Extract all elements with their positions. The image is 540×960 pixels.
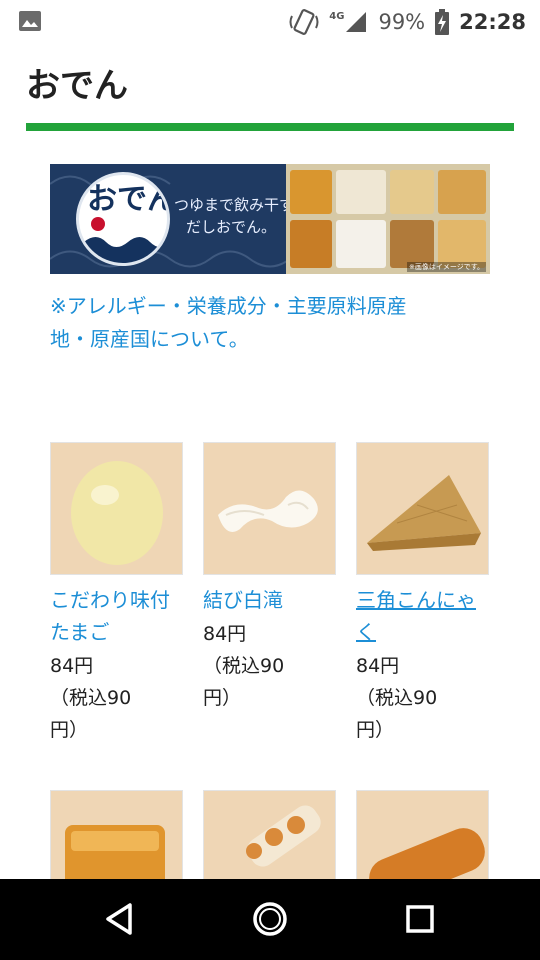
signal-icon [346, 12, 367, 32]
dashi-oden-banner[interactable]: おでん だし つゆまで飲み干す だしおでん。 ※画像はイメージです。 [50, 164, 490, 274]
food-item [290, 220, 332, 268]
allergy-info-link[interactable]: ※アレルギー・栄養成分・主要原料原産 地・原産国について。 [50, 290, 480, 356]
product-name[interactable]: 三角こんにゃ く [356, 584, 492, 648]
food-item [336, 170, 386, 214]
product-name[interactable]: 結び白滝 [203, 584, 339, 616]
status-bar: 4G 99% 22:28 [0, 0, 540, 44]
tax-price-line: 円） [356, 719, 395, 741]
battery-percentage: 99% [378, 10, 426, 34]
recents-square-icon[interactable] [396, 895, 444, 943]
tax-price-line: 円） [50, 719, 89, 741]
product-price: 84円 （税込90 円） [203, 618, 337, 714]
product-image[interactable] [203, 442, 336, 575]
product-image[interactable] [50, 442, 183, 575]
vibrate-icon [289, 9, 319, 35]
food-item [390, 170, 434, 214]
price-value: 84円 [50, 655, 94, 677]
food-item [438, 220, 486, 268]
page-title: おでん [26, 66, 128, 106]
oden-pot-photo: ※画像はイメージです。 [286, 164, 490, 274]
back-triangle-icon[interactable] [96, 895, 144, 943]
product-name-line: 三角こんにゃ [356, 588, 476, 612]
banner-image-note: ※画像はイメージです。 [406, 262, 486, 272]
tax-price-line: （税込90 [50, 687, 132, 709]
status-indicators: 4G 99% 22:28 [289, 8, 526, 36]
food-item [290, 170, 332, 214]
image-icon [19, 11, 41, 31]
dashi-oden-logo: おでん だし [76, 172, 170, 266]
tax-price-line: （税込90 [356, 687, 438, 709]
banner-left-panel: おでん だし つゆまで飲み干す だしおでん。 [50, 164, 294, 274]
tax-price-line: 円） [203, 687, 242, 709]
allergy-link-line-1: ※アレルギー・栄養成分・主要原料原産 [50, 294, 407, 318]
price-value: 84円 [356, 655, 400, 677]
network-type: 4G [329, 10, 345, 22]
product-name-line: こだわり味付 [50, 588, 170, 612]
clock: 22:28 [459, 10, 526, 34]
tax-price-line: （税込90 [203, 655, 285, 677]
allergy-link-line-2: 地・原産国について。 [50, 327, 249, 351]
product-price: 84円 （税込90 円） [356, 650, 490, 746]
food-item [390, 220, 434, 268]
logo-text: おでん だし [87, 182, 170, 217]
food-item [438, 170, 486, 214]
shirataki-image [218, 490, 318, 532]
banner-catchphrase: つゆまで飲み干す だしおでん。 [174, 194, 294, 238]
product-name-line: たまご [50, 620, 110, 644]
home-circle-icon[interactable] [246, 895, 294, 943]
egg-image [71, 461, 163, 565]
product-price: 84円 （税込90 円） [50, 650, 184, 746]
catch-line-1: つゆまで飲み干す [174, 196, 295, 214]
catch-line-2: だしおでん。 [186, 218, 277, 236]
product-name-line: 結び白滝 [203, 588, 283, 612]
konnyaku-image [367, 475, 481, 551]
android-navigation-bar [0, 879, 540, 960]
product-name-line: く [356, 620, 376, 644]
product-name[interactable]: こだわり味付 たまご [50, 584, 186, 648]
food-item [336, 220, 386, 268]
product-image[interactable] [356, 442, 489, 575]
price-value: 84円 [203, 623, 247, 645]
title-underline [26, 123, 514, 131]
battery-charging-icon [435, 9, 450, 35]
